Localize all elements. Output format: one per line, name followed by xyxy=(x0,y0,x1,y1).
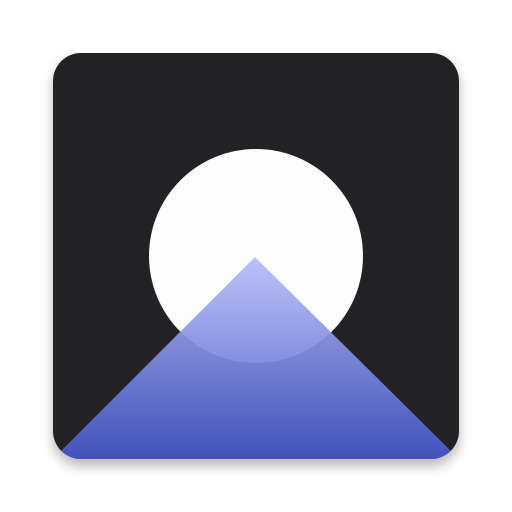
app-icon[interactable] xyxy=(0,0,512,512)
stage xyxy=(0,0,512,512)
